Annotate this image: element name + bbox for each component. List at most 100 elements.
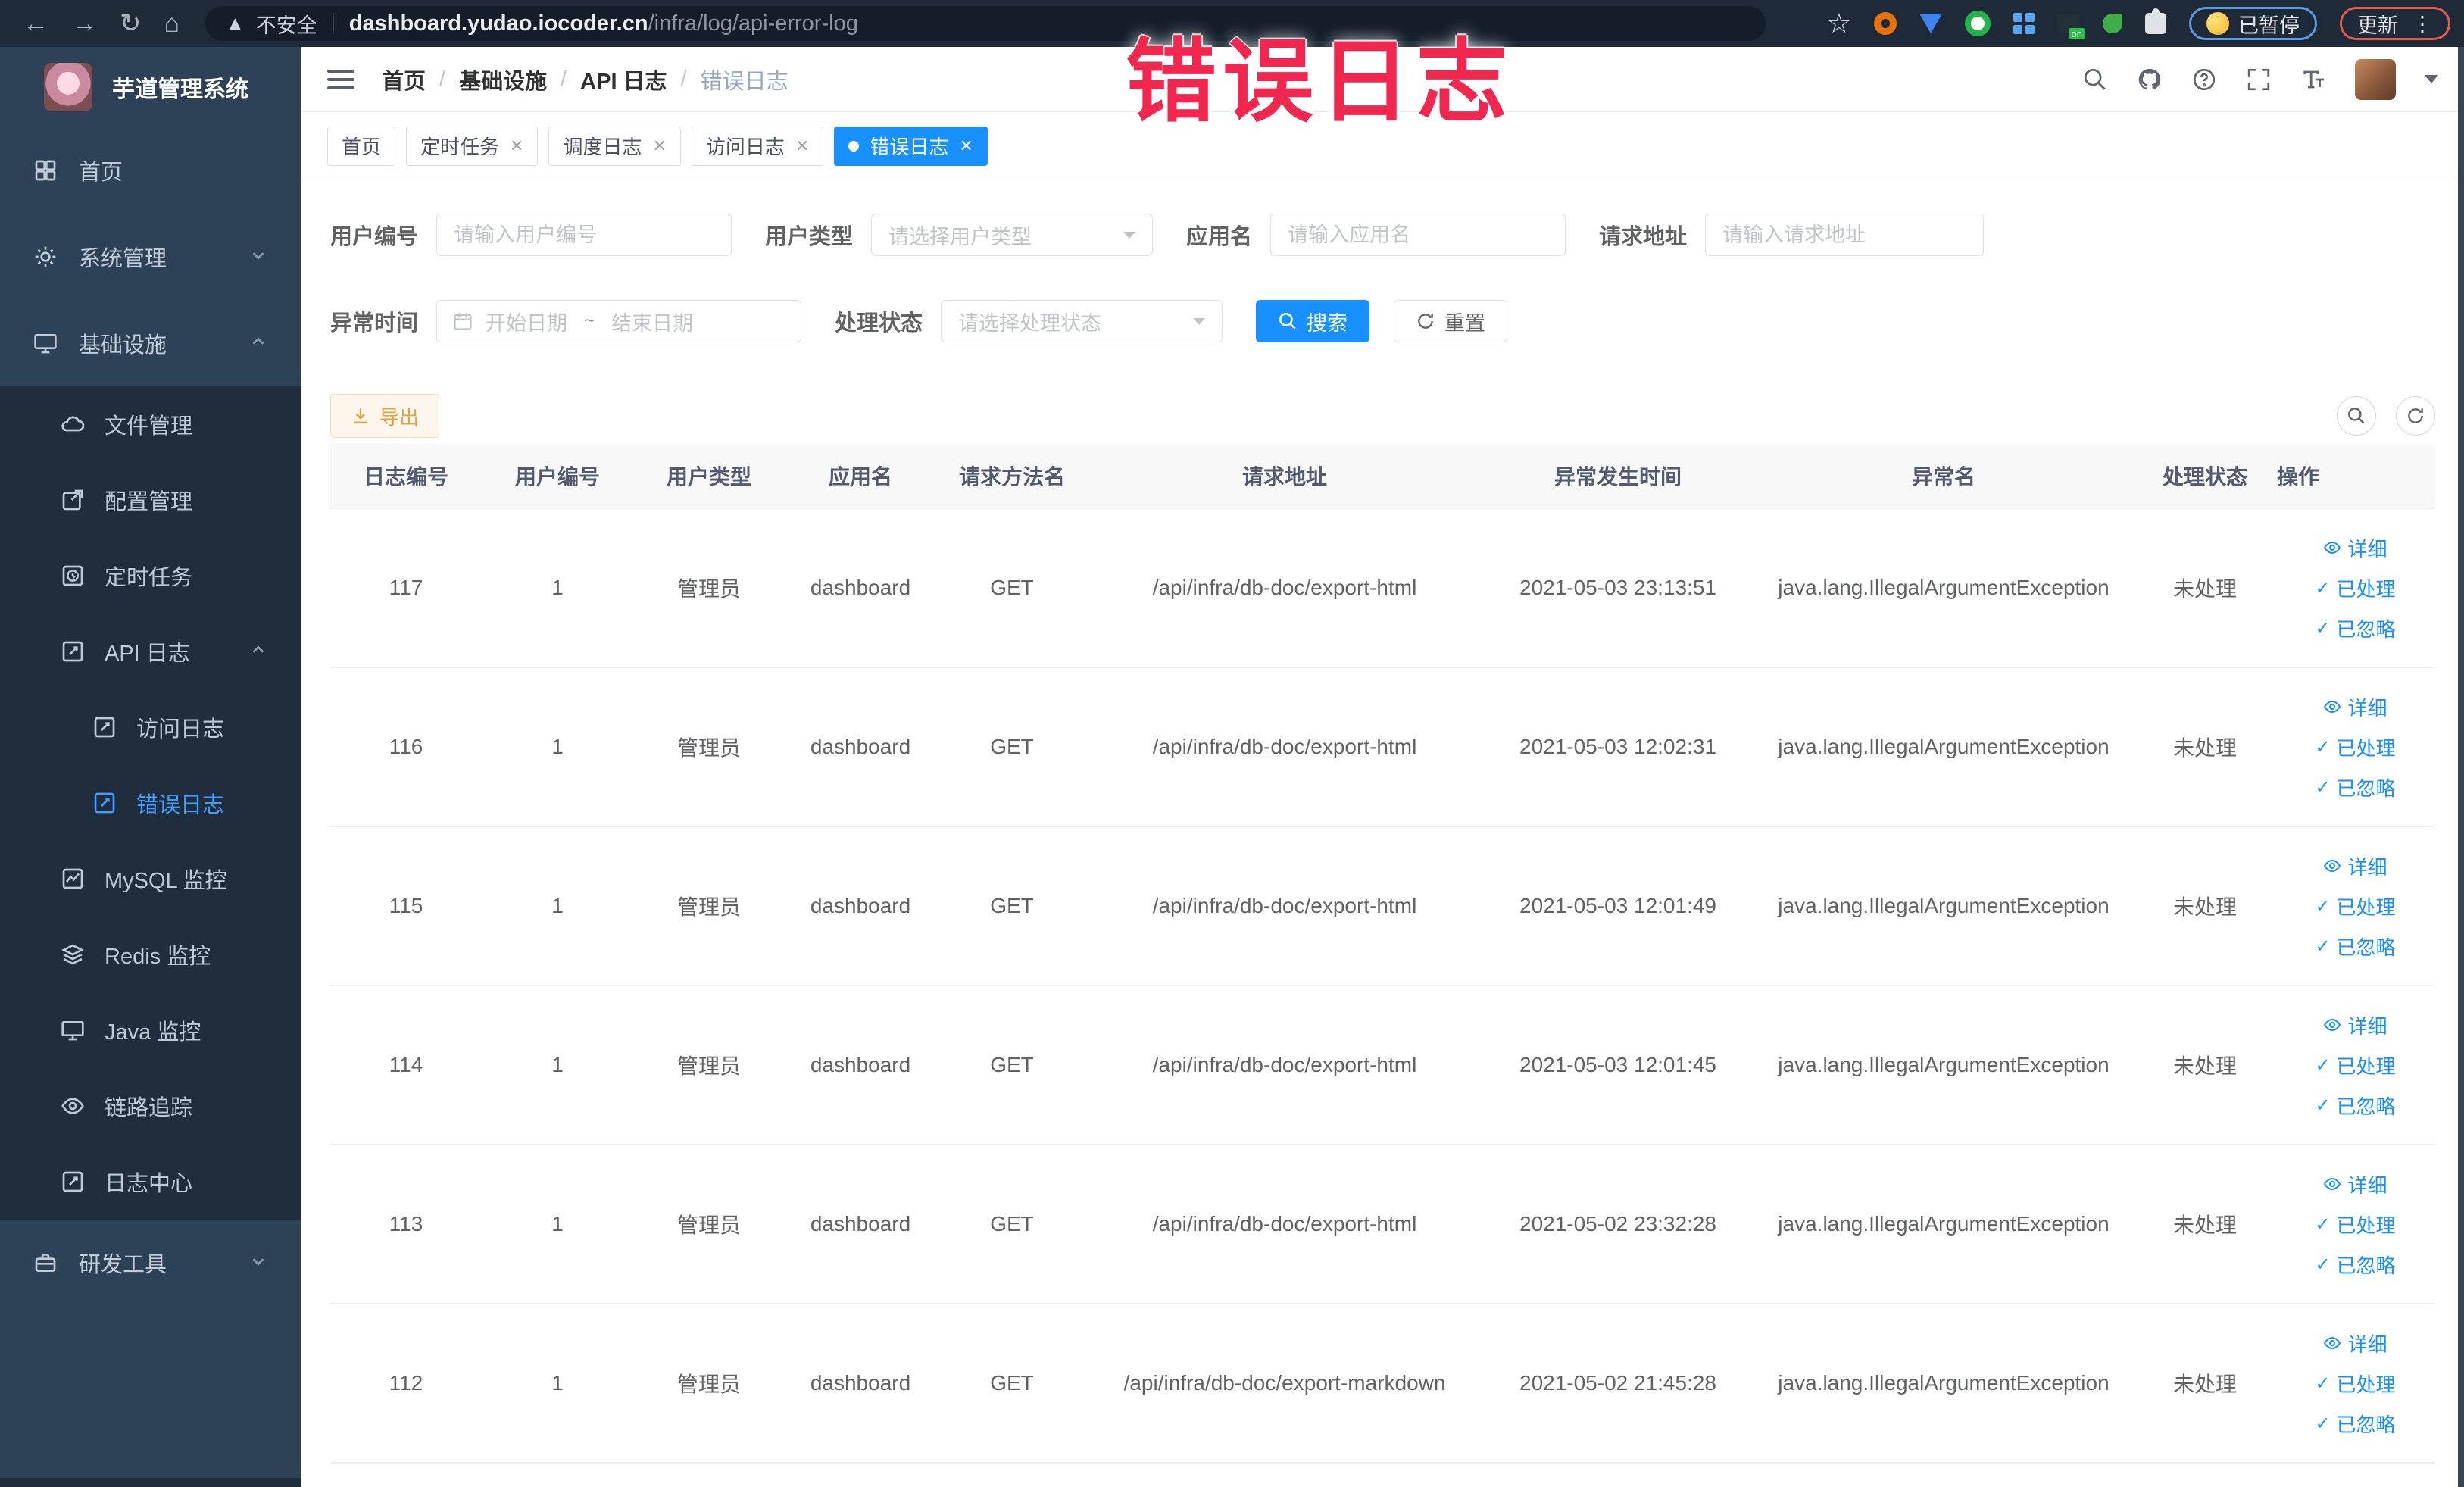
- user-id-input[interactable]: [436, 214, 732, 256]
- app-title: 芋道管理系统: [112, 77, 248, 102]
- toggle-search-button[interactable]: [2337, 396, 2376, 436]
- mark-ignored-link[interactable]: ✓ 已忽略: [2315, 932, 2395, 961]
- detail-link[interactable]: 详细: [2323, 693, 2387, 721]
- close-icon[interactable]: ✕: [795, 136, 809, 156]
- tab-home[interactable]: 首页: [327, 126, 396, 166]
- cell-user-id: 1: [551, 576, 564, 599]
- breadcrumb-apilog[interactable]: API 日志: [580, 64, 667, 95]
- extension-icon-grid[interactable]: [2013, 13, 2035, 34]
- sidebar-item-config[interactable]: 配置管理: [0, 462, 301, 538]
- cell-method: GET: [990, 1371, 1034, 1395]
- search-icon[interactable]: [2082, 67, 2108, 92]
- browser-extensions-area: ☆ on 已暂停 更新 ⋮: [1827, 7, 2464, 40]
- sidebar-item-logcenter[interactable]: 日志中心: [0, 1144, 301, 1220]
- request-url-input[interactable]: [1705, 214, 1985, 256]
- detail-link[interactable]: 详细: [2323, 852, 2387, 880]
- process-status-label: 处理状态: [835, 311, 923, 336]
- page-content: 用户编号 用户类型 请选择用户类型 应用名 请求地址: [301, 180, 2464, 1487]
- not-secure-label: 不安全: [255, 14, 317, 37]
- cell-process-status: 未处理: [2172, 895, 2237, 919]
- reset-button[interactable]: 重置: [1394, 300, 1508, 342]
- github-icon[interactable]: [2137, 67, 2163, 92]
- address-bar[interactable]: ▲ 不安全 dashboard.yudao.iocoder.cn/infra/l…: [205, 6, 1766, 41]
- sidebar-item-access-log[interactable]: 访问日志: [0, 689, 301, 765]
- mark-processed-link[interactable]: ✓ 已处理: [2315, 574, 2395, 602]
- clock-icon: [62, 565, 83, 586]
- mark-processed-link[interactable]: ✓ 已处理: [2315, 1051, 2395, 1079]
- exception-time-range-picker[interactable]: 开始日期 ~ 结束日期: [436, 300, 802, 342]
- active-dot: [848, 140, 860, 152]
- sidebar-item-dev-tools[interactable]: 研发工具: [0, 1220, 301, 1306]
- mark-processed-link[interactable]: ✓ 已处理: [2315, 733, 2395, 761]
- detail-link[interactable]: 详细: [2323, 1329, 2387, 1357]
- tab-job-log[interactable]: 调度日志 ✕: [548, 126, 681, 166]
- browser-menu-icon[interactable]: ⋮: [2412, 11, 2433, 36]
- close-icon[interactable]: ✕: [652, 136, 666, 156]
- sidebar-item-job[interactable]: 定时任务: [0, 538, 301, 614]
- extension-icon-green[interactable]: [1965, 11, 1991, 36]
- sidebar-item-java[interactable]: Java 监控: [0, 992, 301, 1068]
- close-icon[interactable]: ✕: [510, 136, 523, 156]
- reload-icon[interactable]: ↻: [120, 0, 142, 47]
- font-size-icon[interactable]: [2300, 67, 2326, 92]
- mark-processed-link[interactable]: ✓ 已处理: [2315, 1211, 2395, 1239]
- breadcrumb-infra[interactable]: 基础设施: [459, 64, 547, 95]
- process-status-select[interactable]: 请选择处理状态: [941, 300, 1223, 342]
- breadcrumb-home[interactable]: 首页: [382, 64, 426, 95]
- extension-icon-orange[interactable]: [1874, 12, 1897, 35]
- back-icon[interactable]: ←: [23, 0, 48, 47]
- user-avatar[interactable]: [2355, 58, 2396, 100]
- check-icon: ✓: [2315, 895, 2331, 917]
- cell-process-status: 未处理: [2172, 1373, 2237, 1396]
- detail-link[interactable]: 详细: [2323, 1170, 2387, 1198]
- extensions-puzzle-icon[interactable]: [2145, 8, 2166, 34]
- sidebar-collapse-icon[interactable]: [327, 69, 354, 89]
- cell-log-id: 112: [389, 1371, 423, 1395]
- sidebar-item-redis[interactable]: Redis 监控: [0, 917, 301, 992]
- sidebar-item-apilog[interactable]: API 日志: [0, 614, 301, 689]
- sidebar-item-home[interactable]: 首页: [0, 127, 301, 214]
- sidebar-item-trace[interactable]: 链路追踪: [0, 1068, 301, 1144]
- detail-link[interactable]: 详细: [2323, 534, 2387, 562]
- table-row: 114 1 管理员 dashboard GET /api/infra/db-do…: [330, 985, 2435, 1144]
- sidebar-item-infra[interactable]: 基础设施: [0, 300, 301, 386]
- forward-icon[interactable]: →: [71, 0, 97, 47]
- extension-icon-leaf[interactable]: [2103, 14, 2122, 33]
- log-edit-icon: [94, 717, 115, 738]
- refresh-table-button[interactable]: [2396, 396, 2435, 436]
- mark-ignored-link[interactable]: ✓ 已忽略: [2315, 1251, 2395, 1279]
- extension-icon-shield[interactable]: [1919, 14, 1942, 33]
- tab-access-log[interactable]: 访问日志 ✕: [691, 126, 824, 166]
- export-button[interactable]: 导出: [330, 394, 440, 438]
- fullscreen-icon[interactable]: [2246, 67, 2272, 92]
- close-icon[interactable]: ✕: [959, 136, 973, 156]
- mark-processed-link[interactable]: ✓ 已处理: [2315, 1370, 2395, 1398]
- sidebar-item-mysql[interactable]: MySQL 监控: [0, 841, 301, 917]
- mark-ignored-link[interactable]: ✓ 已忽略: [2315, 614, 2395, 642]
- sidebar-item-file[interactable]: 文件管理: [0, 386, 301, 462]
- sidebar-item-error-log[interactable]: 错误日志: [0, 765, 301, 841]
- detail-link[interactable]: 详细: [2323, 1011, 2387, 1039]
- sidebar-item-system[interactable]: 系统管理: [0, 214, 301, 300]
- tab-job[interactable]: 定时任务 ✕: [406, 126, 539, 166]
- browser-update-button[interactable]: 更新 ⋮: [2340, 7, 2450, 40]
- avatar-caret-down-icon[interactable]: [2425, 75, 2438, 83]
- cell-log-id: 116: [389, 735, 423, 758]
- mark-ignored-link[interactable]: ✓ 已忽略: [2315, 1410, 2395, 1438]
- edit-icon: [62, 489, 83, 511]
- mark-ignored-link[interactable]: ✓ 已忽略: [2315, 773, 2395, 801]
- mark-processed-link[interactable]: ✓ 已处理: [2315, 892, 2395, 920]
- cell-user-id: 1: [551, 894, 564, 917]
- cell-app-name: dashboard: [810, 735, 911, 758]
- tab-error-log[interactable]: 错误日志 ✕: [834, 126, 988, 166]
- home-icon[interactable]: ⌂: [164, 0, 180, 47]
- user-type-select[interactable]: 请选择用户类型: [871, 214, 1154, 256]
- app-name-input[interactable]: [1270, 214, 1566, 256]
- bookmark-star-icon[interactable]: ☆: [1827, 8, 1851, 39]
- app-logo-row[interactable]: 芋道管理系统: [0, 47, 301, 127]
- search-button[interactable]: 搜索: [1256, 300, 1370, 342]
- mark-ignored-link[interactable]: ✓ 已忽略: [2315, 1092, 2395, 1120]
- extension-icon-on-badge[interactable]: on: [2057, 14, 2085, 39]
- help-icon[interactable]: [2191, 67, 2217, 92]
- profile-paused-chip[interactable]: 已暂停: [2189, 7, 2317, 40]
